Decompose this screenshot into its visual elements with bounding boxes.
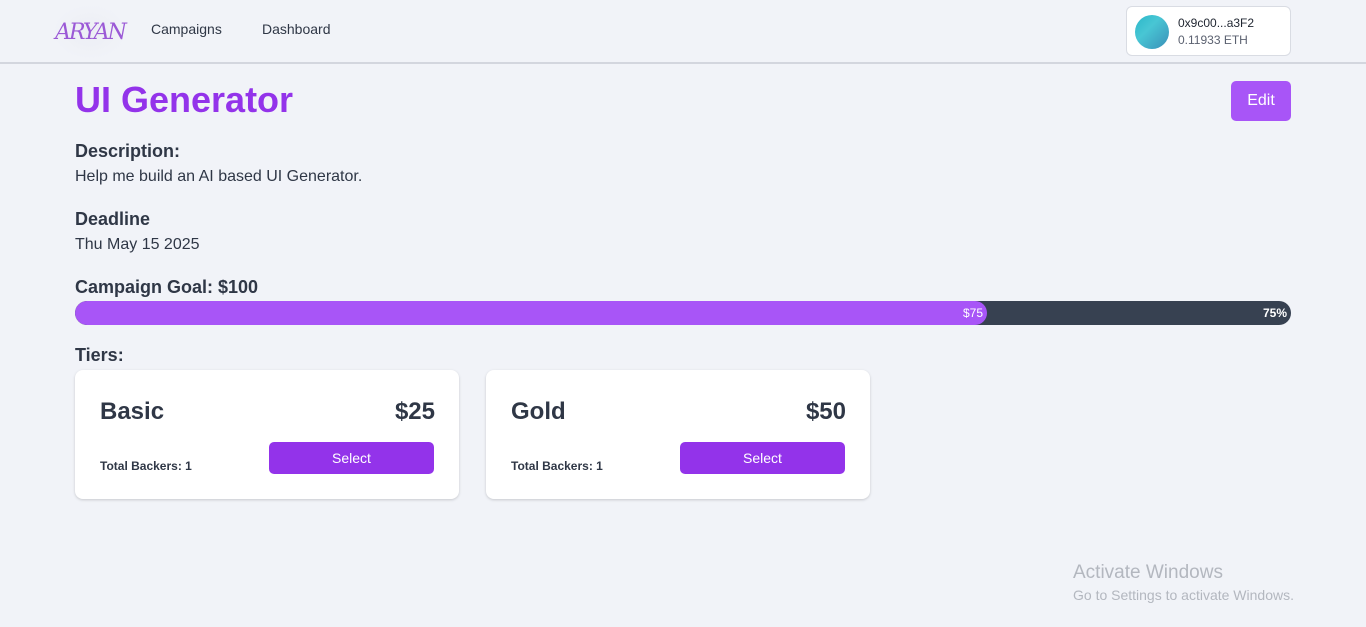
- deadline-label: Deadline: [75, 209, 151, 229]
- top-navbar: ARYAN Campaigns Dashboard 0x9c00...a3F2 …: [0, 0, 1366, 64]
- campaign-goal-label: Campaign Goal: $100: [75, 277, 259, 297]
- campaign-progress-bar: $75 75%: [75, 301, 1291, 325]
- tiers-label: Tiers:: [75, 345, 124, 365]
- raised-amount-label: $75: [962, 306, 983, 320]
- tier-name: Gold: [511, 398, 566, 425]
- tier-name: Basic: [100, 398, 165, 425]
- progress-percent-label: 75%: [1262, 306, 1287, 320]
- select-tier-button[interactable]: Select: [680, 442, 845, 474]
- tier-card-gold: Gold $50 Total Backers: 1 Select: [486, 370, 870, 499]
- tier-backers: Total Backers: 1: [100, 459, 192, 473]
- app-logo[interactable]: ARYAN: [52, 4, 128, 60]
- wallet-balance: 0.11933 ETH: [1178, 33, 1248, 47]
- wallet-avatar: [1135, 15, 1169, 49]
- activate-windows-subtitle: Go to Settings to activate Windows.: [1073, 587, 1294, 603]
- tier-price: $25: [394, 398, 435, 425]
- edit-button[interactable]: Edit: [1231, 81, 1291, 121]
- campaign-title: UI Generator: [75, 79, 294, 120]
- activate-windows-title: Activate Windows: [1073, 562, 1223, 583]
- wallet-connect-button[interactable]: 0x9c00...a3F2 0.11933 ETH: [1126, 6, 1291, 56]
- select-tier-button[interactable]: Select: [269, 442, 434, 474]
- tier-price: $50: [805, 398, 846, 425]
- wallet-address: 0x9c00...a3F2: [1178, 16, 1255, 30]
- description-label: Description:: [75, 141, 181, 161]
- logo-text: ARYAN: [55, 19, 127, 45]
- tier-card-basic: Basic $25 Total Backers: 1 Select: [75, 370, 459, 499]
- deadline-value: Thu May 15 2025: [75, 236, 200, 253]
- nav-link-dashboard[interactable]: Dashboard: [262, 21, 331, 37]
- description-text: Help me build an AI based UI Generator.: [75, 168, 363, 185]
- progress-fill: $75: [75, 301, 987, 325]
- nav-link-campaigns[interactable]: Campaigns: [151, 21, 222, 37]
- tier-backers: Total Backers: 1: [511, 459, 603, 473]
